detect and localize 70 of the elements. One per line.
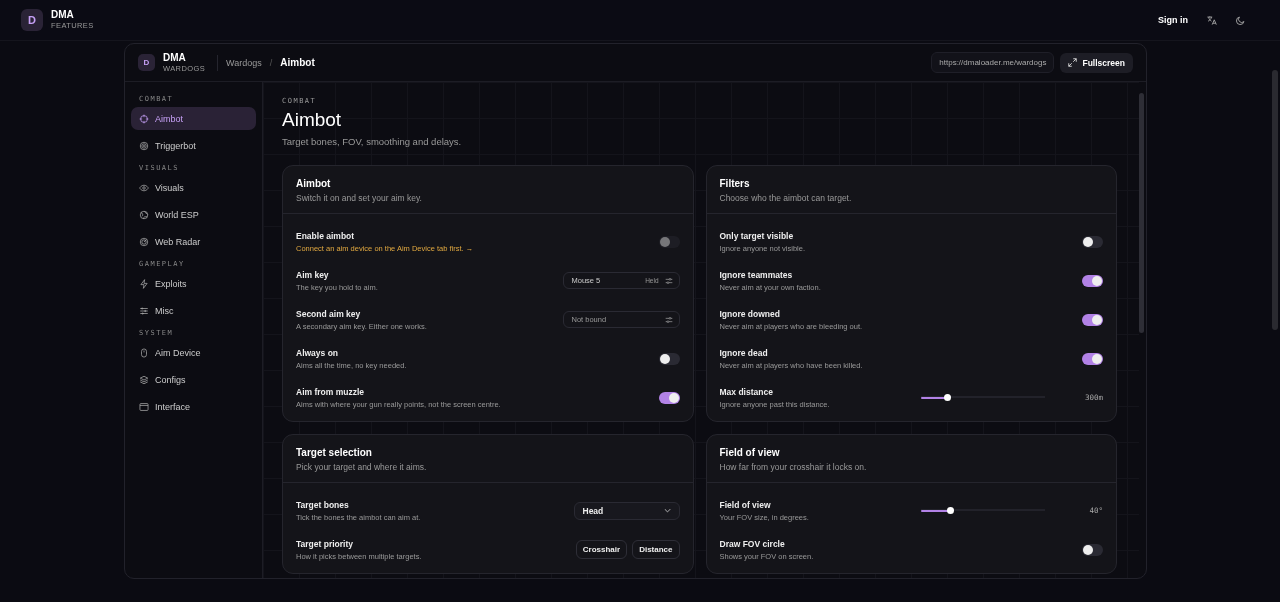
setting-label: Enable aimbot [296,230,356,241]
logo-badge: D [138,54,155,71]
moon-icon[interactable] [1235,14,1246,26]
card-subtitle: Pick your target and where it aims. [296,462,428,472]
radar-icon [139,236,149,247]
setting-label: Ignore downed [719,308,781,319]
sidebar-item[interactable]: Misc [131,299,256,322]
setting-label: Target priority [296,538,354,549]
breadcrumb-item: Aimbot [280,57,315,68]
eye-icon [139,182,149,193]
setting-label: Aim from muzzle [296,386,365,397]
globe-icon [139,209,149,220]
logo-badge: D [21,9,43,31]
sidebar-item[interactable]: Web Radar [131,230,256,253]
sidebar-item[interactable]: Visuals [131,176,256,199]
card-title: Field of view [719,447,781,458]
sliders-icon [664,315,673,324]
setting-label: Field of view [719,499,772,510]
breadcrumb-separator: / [269,57,273,68]
toggle-switch[interactable] [658,391,680,404]
layers-icon [139,374,149,385]
target-icon [139,140,149,151]
setting-label: Max distance [719,386,774,397]
sidebar-item[interactable]: Configs [131,368,256,391]
toggle-switch[interactable] [1082,352,1103,365]
crosshair-icon [139,113,149,124]
sliders-icon [664,276,673,285]
sliders-icon [139,305,149,316]
brand-name: DMA [163,52,187,63]
brand-name: DMA [51,10,75,21]
page-subtitle: Target bones, FOV, smoothing and delays. [282,136,463,147]
translate-icon[interactable] [1206,14,1217,26]
toggle-switch[interactable] [658,352,680,365]
sidebar-item[interactable]: Interface [131,395,256,418]
expand-icon [1068,58,1078,67]
setting-label: Only target visible [719,230,795,241]
toggle-switch[interactable] [1082,543,1103,556]
card-title: Target selection [296,447,373,458]
window-icon [139,401,149,412]
bolt-icon [139,278,149,289]
toggle-switch[interactable] [1082,313,1103,326]
toggle-switch[interactable] [1082,235,1103,248]
fullscreen-button[interactable]: Fullscreen [1060,52,1133,73]
sidebar-item[interactable]: Triggerbot [131,134,256,157]
toggle-switch[interactable] [1082,274,1103,287]
card-subtitle: Choose who the aimbot can target. [719,193,853,203]
sidebar-item[interactable]: Exploits [131,272,256,295]
breadcrumb-item[interactable]: Wardogs [226,57,262,68]
card-title: Aimbot [296,178,332,189]
page-title: Aimbot [282,109,343,131]
card-subtitle: Switch it on and set your aim key. [296,193,423,203]
sign-in-link[interactable]: Sign in [1158,15,1188,25]
sidebar-item[interactable]: Aim Device [131,341,256,364]
dropdown[interactable]: Head [573,501,680,520]
card-title: Filters [719,178,751,189]
sidebar-item[interactable]: Aimbot [131,107,256,130]
setting-label: Always on [296,347,340,358]
url-field[interactable]: https://dmaloader.me/wardogs [931,52,1055,73]
card-subtitle: How far from your crosshair it locks on. [719,462,868,472]
option-button[interactable]: Distance [632,540,680,559]
setting-label: Ignore dead [719,347,769,358]
mouse-icon [139,347,149,358]
setting-label: Ignore teammates [719,269,794,280]
option-button[interactable]: Crosshair [575,540,628,559]
setting-label: Target bones [296,499,350,510]
chevron-down-icon [663,508,671,513]
setting-label: Aim key [296,269,330,280]
sidebar-item[interactable]: World ESP [131,203,256,226]
setting-label: Second aim key [296,308,362,319]
setting-label: Draw FOV circle [719,538,786,549]
